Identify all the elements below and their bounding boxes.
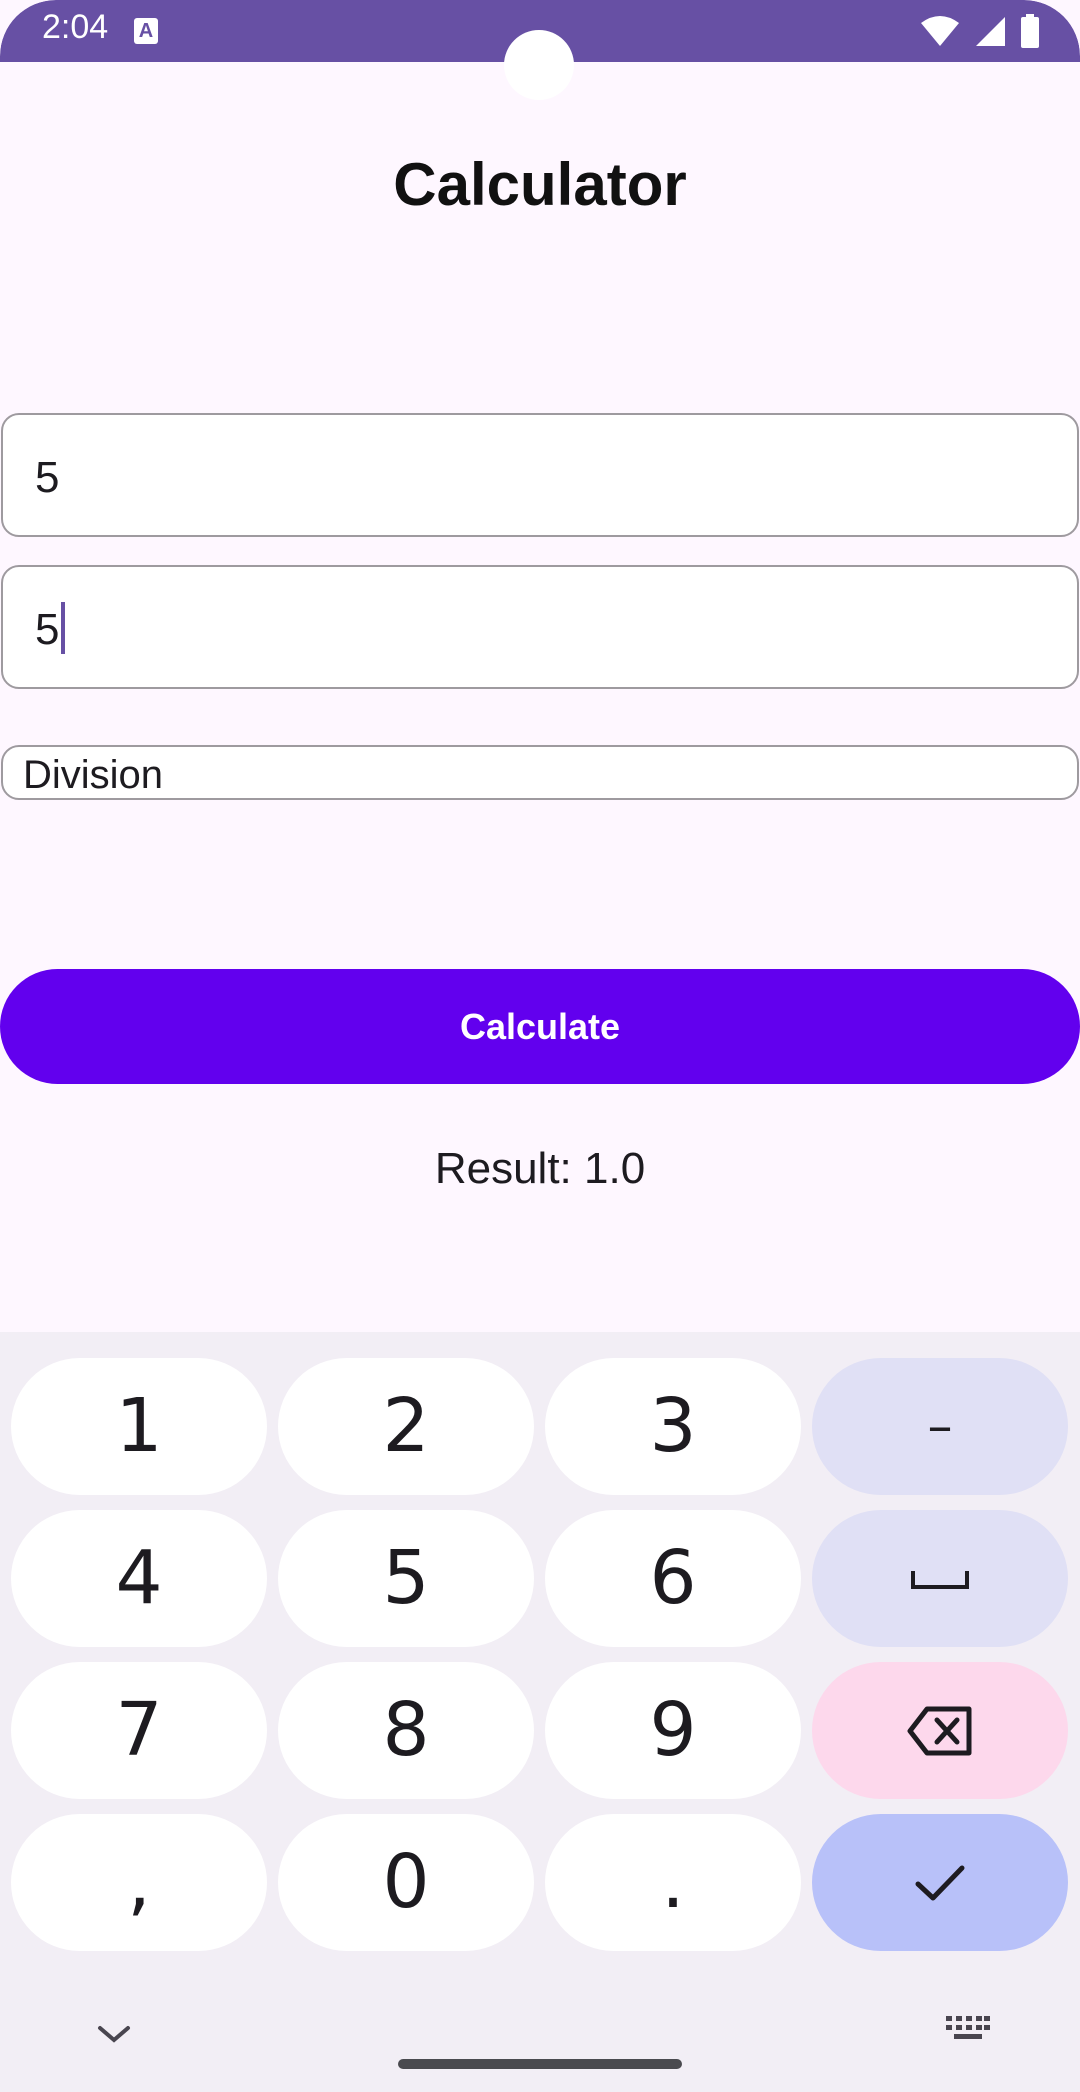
status-icons <box>920 14 1040 48</box>
key-8[interactable]: 8 <box>278 1662 534 1799</box>
a-icon: A <box>134 18 158 44</box>
key-6[interactable]: 6 <box>545 1510 801 1647</box>
calculate-button[interactable]: Calculate <box>0 969 1080 1084</box>
app-screen: 2:04 A Calculator 5 5 Division Calculate… <box>0 0 1080 2092</box>
checkmark-icon <box>915 1865 965 1900</box>
first-number-input[interactable]: 5 <box>1 413 1079 537</box>
key-9[interactable]: 9 <box>545 1662 801 1799</box>
key-7[interactable]: 7 <box>11 1662 267 1799</box>
first-number-value: 5 <box>35 453 60 502</box>
space-icon <box>911 1570 969 1589</box>
operation-select[interactable]: Division <box>1 745 1079 800</box>
key-1[interactable]: 1 <box>11 1358 267 1495</box>
cell-signal-icon <box>976 17 1005 46</box>
result-text: Result: 1.0 <box>434 1144 646 1193</box>
camera-cutout <box>504 30 574 100</box>
gesture-nav-handle[interactable] <box>398 2059 682 2069</box>
key-backspace[interactable] <box>812 1662 1068 1799</box>
numeric-keyboard: 1 2 3 – 4 5 6 7 8 9 , 0 . <box>0 1332 1080 2092</box>
wifi-icon <box>921 16 959 46</box>
key-3[interactable]: 3 <box>545 1358 801 1495</box>
second-number-input[interactable]: 5 <box>1 565 1079 689</box>
chevron-down-icon[interactable] <box>96 2022 132 2046</box>
key-minus[interactable]: – <box>812 1358 1068 1495</box>
key-4[interactable]: 4 <box>11 1510 267 1647</box>
text-cursor <box>61 602 66 655</box>
status-time: 2:04 <box>42 8 109 46</box>
key-done[interactable] <box>812 1814 1068 1951</box>
key-2[interactable]: 2 <box>278 1358 534 1495</box>
keyboard-switch-icon[interactable] <box>946 2016 990 2046</box>
page-title: Calculator <box>393 151 687 218</box>
key-0[interactable]: 0 <box>278 1814 534 1951</box>
second-number-value: 5 <box>35 605 60 654</box>
key-5[interactable]: 5 <box>278 1510 534 1647</box>
backspace-icon <box>907 1706 972 1755</box>
operation-selected: Division <box>23 753 164 797</box>
key-space[interactable] <box>812 1510 1068 1647</box>
battery-icon <box>1021 14 1039 48</box>
second-number-value-wrap: 5 <box>35 602 66 658</box>
key-period[interactable]: . <box>545 1814 801 1951</box>
key-comma[interactable]: , <box>11 1814 267 1951</box>
